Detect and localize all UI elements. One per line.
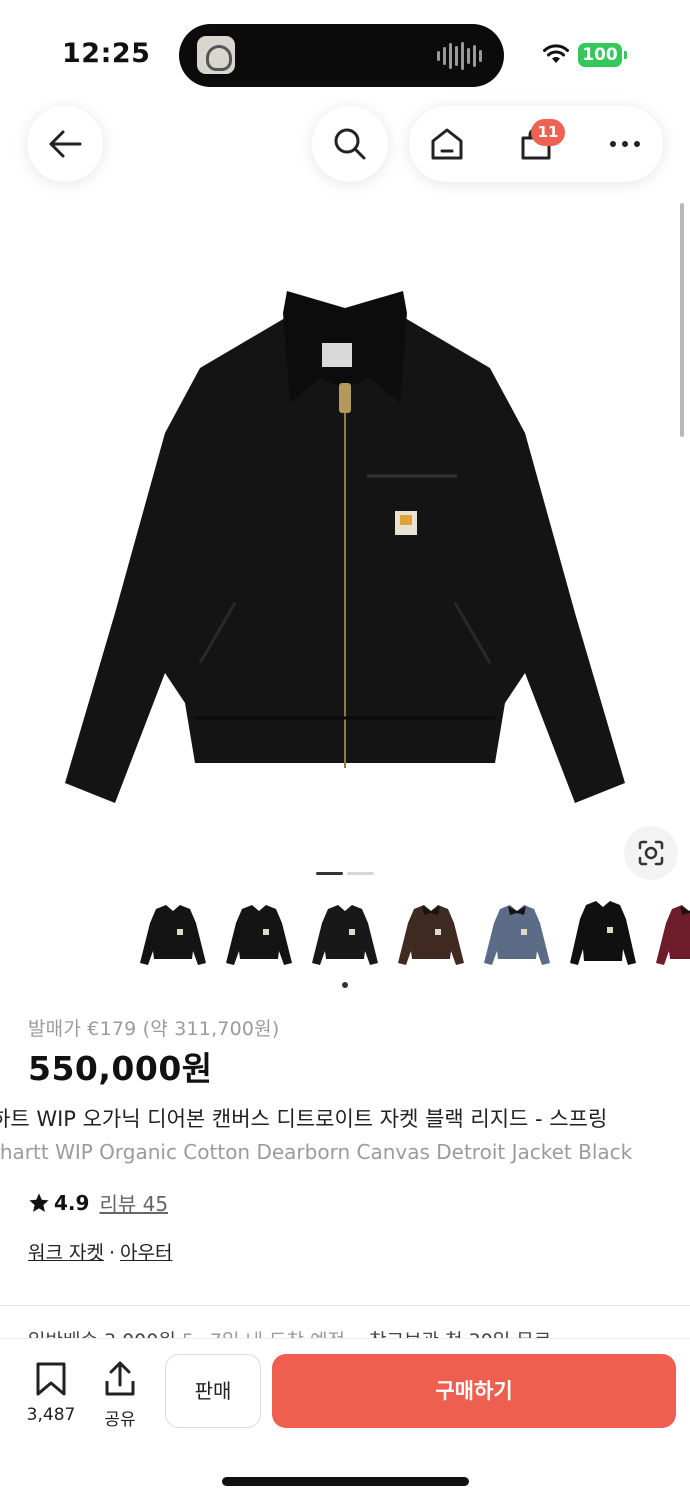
pager-dot	[347, 872, 374, 875]
audio-wave-icon	[437, 41, 482, 71]
section-divider	[0, 1305, 690, 1306]
pager-dot-active	[316, 872, 343, 875]
release-price: 발매가 €179 (약 311,700원)	[28, 1018, 280, 1040]
jacket-thumbnail-icon	[570, 901, 636, 965]
save-button[interactable]: 3,487	[21, 1361, 81, 1425]
thumbnail-selected-dot	[342, 982, 348, 988]
status-bar: 12:25 100	[0, 0, 690, 100]
sell-button[interactable]: 판매	[165, 1354, 261, 1428]
jacket-thumbnail-icon	[226, 905, 292, 965]
jacket-thumbnail-icon	[484, 905, 550, 965]
thumbnail-black-3[interactable]	[302, 896, 388, 976]
back-button[interactable]	[27, 106, 103, 182]
more-dots-icon	[610, 141, 640, 147]
rating-row: 4.9 리뷰 45	[28, 1188, 168, 1217]
category-outer-link[interactable]: 아우터	[120, 1242, 172, 1264]
thumbnail-burgundy[interactable]	[646, 896, 690, 976]
product-image[interactable]	[55, 283, 635, 808]
dynamic-island	[179, 24, 504, 87]
home-button[interactable]	[409, 106, 485, 182]
save-count: 3,487	[26, 1405, 76, 1425]
bookmark-icon	[36, 1362, 66, 1396]
status-time: 12:25	[62, 38, 151, 69]
color-thumbnails	[130, 896, 690, 976]
wifi-icon	[543, 44, 569, 63]
star-icon	[29, 1192, 49, 1212]
product-title-korean: 하트 WIP 오가닉 디어본 캔버스 디트로이트 자켓 블랙 리지드 - 스프링	[0, 1103, 690, 1133]
category-work-jacket-link[interactable]: 워크 자켓	[28, 1242, 104, 1264]
product-title-english-text: rhartt WIP Organic Cotton Dearborn Canva…	[0, 1140, 633, 1164]
nav-actions: 11	[409, 106, 663, 182]
scroll-indicator[interactable]	[680, 203, 684, 437]
thumbnail-black-4[interactable]	[560, 896, 646, 976]
bottom-action-bar: 3,487 공유 판매 구매하기	[0, 1338, 690, 1500]
search-button[interactable]	[312, 106, 388, 182]
jacket-thumbnail-icon	[398, 905, 464, 965]
share-button[interactable]: 공유	[90, 1361, 150, 1430]
more-button[interactable]	[587, 106, 663, 182]
lens-icon	[638, 840, 664, 866]
share-icon	[105, 1361, 135, 1396]
rating-score: 4.9	[54, 1190, 90, 1215]
jacket-thumbnail-icon	[140, 905, 206, 965]
home-icon	[431, 128, 463, 160]
search-icon	[334, 128, 366, 160]
cart-count-badge: 11	[531, 119, 565, 146]
arrow-left-icon	[49, 130, 82, 158]
now-playing-app-icon	[197, 36, 235, 74]
category-separator: ·	[108, 1242, 116, 1264]
category-breadcrumb: 워크 자켓 · 아우터	[28, 1238, 172, 1265]
jacket-thumbnail-icon	[312, 905, 378, 965]
thumbnail-black-1[interactable]	[130, 896, 216, 976]
shipping-method: 일반배송 3,000원	[28, 1330, 176, 1338]
product-title-korean-text: 하트 WIP 오가닉 디어본 캔버스 디트로이트 자켓 블랙 리지드 - 스프링	[0, 1107, 608, 1131]
cart-button[interactable]	[498, 106, 574, 182]
image-search-button[interactable]	[624, 826, 678, 880]
home-indicator	[222, 1477, 469, 1486]
product-price: 550,000원	[28, 1049, 213, 1088]
jacket-thumbnail-icon	[656, 905, 690, 965]
shipping-eta: 5~7일 내 도착 예정	[182, 1330, 345, 1338]
thumbnail-black-2[interactable]	[216, 896, 302, 976]
battery-indicator: 100	[578, 43, 627, 67]
product-title-english: rhartt WIP Organic Cotton Dearborn Canva…	[0, 1140, 690, 1164]
thumbnail-brown[interactable]	[388, 896, 474, 976]
reviews-link[interactable]: 리뷰 45	[99, 1188, 168, 1217]
shipping-info-peek[interactable]: 일반배송 3,000원 5~7일 내 도착 예정 창고보관 첫 30일 무료	[28, 1326, 690, 1338]
image-pager	[316, 872, 374, 875]
share-label: 공유	[104, 1410, 136, 1430]
buy-button[interactable]: 구매하기	[272, 1354, 676, 1428]
thumbnail-blue[interactable]	[474, 896, 560, 976]
warehouse-info: 창고보관 첫 30일 무료	[369, 1330, 551, 1338]
